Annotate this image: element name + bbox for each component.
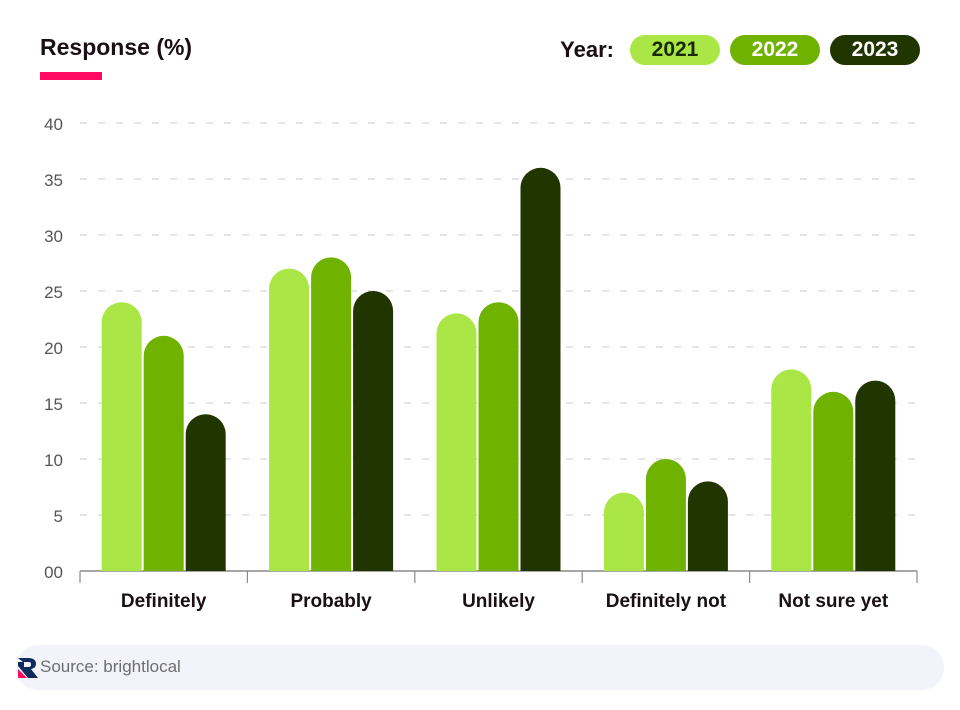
y-tick-label: 15 bbox=[44, 395, 63, 414]
bar-2023-not-sure-yet bbox=[855, 380, 896, 571]
bar-chart: 00 5 10 15 20 25 30 35 40 Definitely Probably Unlik… bbox=[44, 115, 918, 612]
bar-2022-definitely-not bbox=[645, 459, 686, 571]
source-text: Source: brightlocal bbox=[40, 657, 181, 676]
bar-2023-probably bbox=[353, 291, 394, 571]
bar-2021-not-sure-yet bbox=[771, 369, 812, 571]
y-tick-label: 10 bbox=[44, 451, 63, 470]
bar-2021-unlikely bbox=[436, 313, 477, 571]
y-tick-label: 00 bbox=[44, 563, 63, 582]
bar-2022-unlikely bbox=[478, 302, 519, 571]
bar-2023-definitely-not bbox=[687, 481, 728, 571]
brand-logo-icon bbox=[18, 658, 38, 678]
x-category-label: Not sure yet bbox=[778, 591, 888, 612]
y-tick-label: 20 bbox=[44, 339, 63, 358]
x-category-label: Definitely bbox=[121, 591, 207, 612]
bar-2021-probably bbox=[269, 268, 310, 571]
bar-2021-definitely-not bbox=[603, 492, 644, 571]
bar-2022-definitely bbox=[143, 335, 184, 571]
y-tick-label: 25 bbox=[44, 283, 63, 302]
bar-2022-not-sure-yet bbox=[813, 391, 854, 571]
y-tick-label: 35 bbox=[44, 171, 63, 190]
bar-2021-definitely bbox=[101, 302, 142, 571]
bar-2023-definitely bbox=[185, 414, 226, 571]
x-category-label: Definitely not bbox=[606, 591, 727, 612]
bar-2023-unlikely bbox=[520, 167, 561, 572]
x-category-label: Unlikely bbox=[462, 591, 535, 612]
y-tick-label: 5 bbox=[54, 507, 63, 526]
y-tick-label: 40 bbox=[44, 115, 63, 134]
bar-2022-probably bbox=[311, 257, 352, 571]
y-tick-label: 30 bbox=[44, 227, 63, 246]
source-footer: Source: brightlocal bbox=[16, 645, 944, 690]
x-category-label: Probably bbox=[290, 591, 372, 612]
